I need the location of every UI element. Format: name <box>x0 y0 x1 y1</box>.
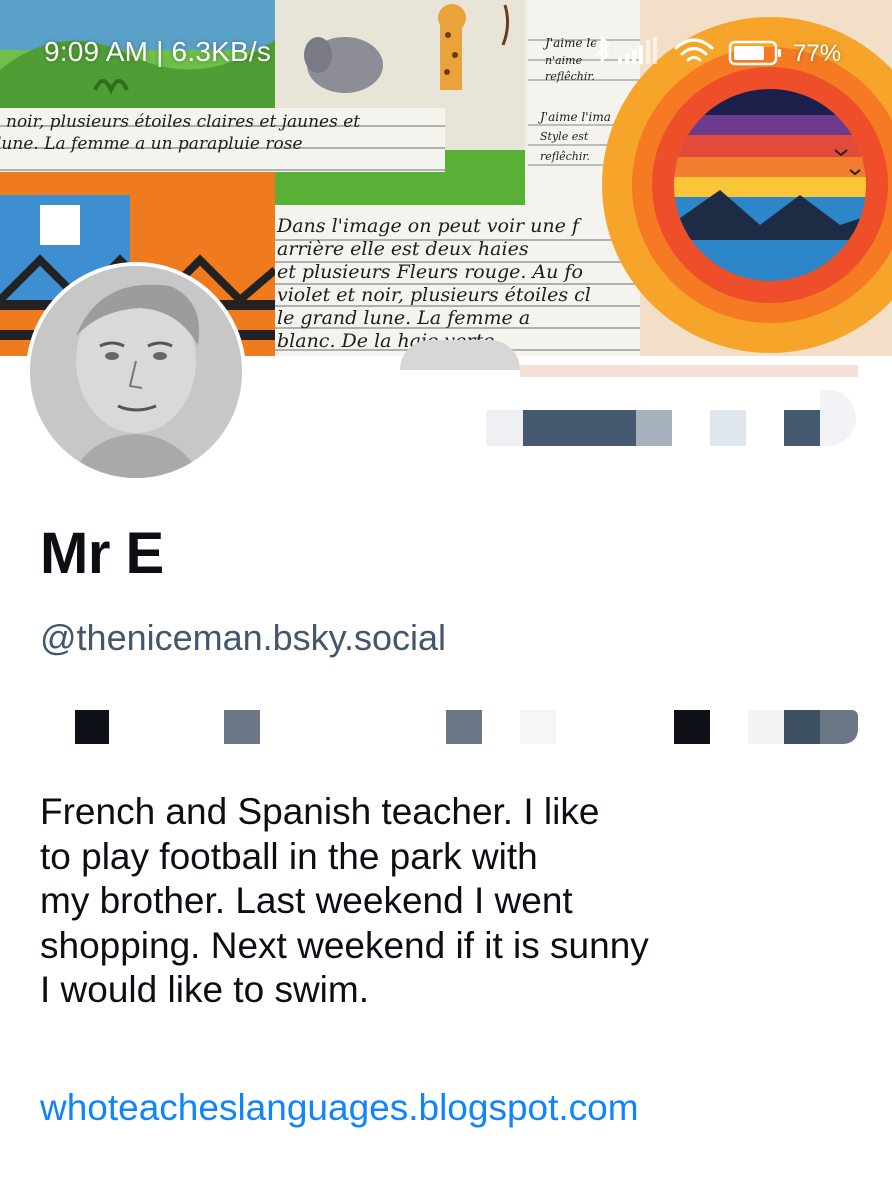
obscured-element <box>674 710 710 744</box>
banner-note-text: et plusieurs Fleurs rouge. Au fo <box>277 261 583 283</box>
profile-bio: French and Spanish teacher. I like to pl… <box>40 790 870 1013</box>
banner-note-text: lune. La femme a un parapluie rose <box>0 134 303 154</box>
obscured-element <box>486 410 523 446</box>
display-name: Mr E <box>40 521 164 586</box>
avatar[interactable] <box>26 262 246 482</box>
bio-line: my brother. Last weekend I went <box>40 880 573 921</box>
obscured-element <box>748 710 784 744</box>
banner-note-text: le grand lune. La femme a <box>277 307 531 329</box>
bluetooth-icon <box>595 36 610 62</box>
banner-note-text: Style est <box>540 130 589 143</box>
banner-note-text: arrière elle est deux haies <box>277 238 529 260</box>
wifi-icon <box>674 38 714 62</box>
battery-icon <box>728 40 781 66</box>
battery-percent: 77% <box>793 40 842 67</box>
bio-website-link[interactable]: whoteacheslanguages.blogspot.com <box>40 1087 639 1129</box>
banner-note-text: reflêchir. <box>540 150 590 163</box>
obscured-element <box>400 340 520 370</box>
avatar-pencil-portrait <box>30 266 242 478</box>
obscured-element <box>224 710 260 744</box>
obscured-element <box>446 710 482 744</box>
obscured-element <box>784 710 820 744</box>
bio-line: French and Spanish teacher. I like <box>40 791 600 832</box>
obscured-element <box>784 410 820 446</box>
obscured-element <box>820 390 856 446</box>
banner-note-text: Dans l'image on peut voir une f <box>277 215 579 237</box>
obscured-element <box>520 365 858 377</box>
banner-note-text: violet et noir, plusieurs étoiles cl <box>277 284 591 306</box>
obscured-element <box>820 710 858 744</box>
status-time-speed: 9:09 AM | 6.3KB/s <box>44 36 272 67</box>
banner-note-text: noir, plusieurs étoiles claires et jaune… <box>6 112 361 132</box>
obscured-element <box>75 710 109 744</box>
bio-line: shopping. Next weekend if it is sunny <box>40 924 649 966</box>
obscured-element <box>520 710 556 744</box>
banner-note-text: J'aime l'ima <box>540 110 611 124</box>
obscured-element <box>710 410 746 446</box>
status-bar: 9:09 AM | 6.3KB/s 77% <box>0 28 892 76</box>
profile-handle[interactable]: @theniceman.bsky.social <box>40 617 446 659</box>
signal-icon <box>618 37 657 64</box>
bio-line: to play football in the park with <box>40 835 538 877</box>
obscured-element <box>636 410 672 446</box>
bio-line: I would like to swim. <box>40 969 369 1010</box>
obscured-element <box>523 410 636 446</box>
status-icons <box>595 36 781 66</box>
